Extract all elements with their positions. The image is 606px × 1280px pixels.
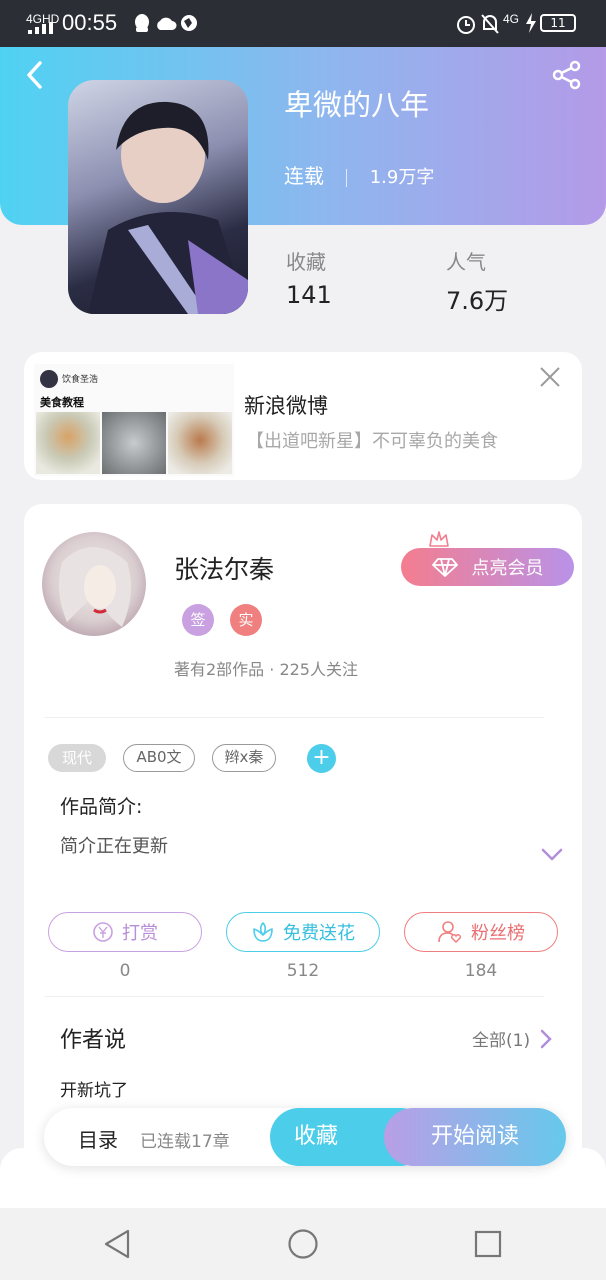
nav-back-icon[interactable]	[102, 1228, 132, 1260]
signal-icon	[28, 22, 53, 34]
bottom-action-bar: 目录 已连载17章 收藏 开始阅读	[44, 1108, 566, 1166]
author-name[interactable]: 张法尔秦	[174, 550, 274, 586]
badge-verified: 实	[230, 604, 262, 636]
collect-value: 141	[286, 281, 332, 309]
author-avatar[interactable]	[42, 532, 146, 636]
battery-level: 11	[550, 16, 566, 30]
ad-text: 【出道吧新星】不可辜负的美食	[246, 431, 498, 452]
author-card: 张法尔秦 签 实 著有2部作品 · 225人关注 点亮会员 现代 AB0文 辫x…	[24, 504, 582, 1204]
ad-card[interactable]: 饮食圣浩 美食教程 新浪微博 【出道吧新星】不可辜负的美食	[24, 352, 582, 480]
tag-pairing[interactable]: 辫x秦	[212, 744, 276, 772]
clock: 00:55	[62, 10, 118, 35]
chevron-right-icon	[540, 1029, 552, 1048]
ad-thumbnail: 饮食圣浩 美食教程	[34, 364, 234, 476]
browser-icon	[181, 15, 197, 31]
book-title: 卑微的八年	[284, 88, 430, 122]
word-count: 1.9万字	[369, 167, 435, 188]
battery-indicator: 11	[540, 14, 576, 32]
food-photo-2	[102, 412, 166, 474]
vip-button-label: 点亮会员	[471, 558, 544, 579]
charging-icon	[526, 13, 536, 33]
chapter-count: 已连载17章	[140, 1132, 230, 1152]
fans-rank-button[interactable]: 粉丝榜	[404, 912, 558, 952]
collect-button-label: 收藏	[294, 1124, 339, 1149]
author-says-all-link[interactable]: 全部(1)	[472, 1026, 552, 1051]
coin-icon	[93, 922, 113, 942]
book-cover[interactable]	[68, 80, 248, 314]
flower-icon	[253, 922, 273, 942]
fan-user-icon	[438, 921, 461, 944]
vip-button[interactable]: 点亮会员	[401, 548, 574, 586]
nav-home-icon[interactable]	[287, 1228, 319, 1260]
popularity-label: 人气	[446, 250, 486, 274]
diamond-icon	[431, 558, 458, 577]
flower-label: 免费送花	[283, 923, 355, 944]
collect-label: 收藏	[286, 250, 326, 274]
back-icon[interactable]	[24, 60, 46, 90]
send-flower-button[interactable]: 免费送花	[226, 912, 380, 952]
author-says-content: 开新坑了	[60, 1081, 128, 1101]
food-photo-3	[168, 412, 232, 474]
catalog-button[interactable]: 目录	[78, 1124, 118, 1153]
expand-chevron-icon[interactable]	[541, 848, 563, 862]
reward-count: 0	[119, 961, 131, 981]
system-nav-bar	[0, 1208, 606, 1280]
nav-recents-icon[interactable]	[474, 1230, 502, 1258]
intro-heading: 作品简介:	[60, 796, 143, 818]
reward-button[interactable]: 打赏	[48, 912, 202, 952]
fans-label: 粉丝榜	[471, 923, 525, 944]
ad-thumb-avatar	[40, 370, 58, 388]
ad-source: 新浪微博	[244, 394, 328, 418]
share-icon[interactable]	[552, 60, 582, 90]
divider	[44, 717, 544, 718]
divider	[44, 996, 544, 997]
ad-thumb-title: 美食教程	[40, 396, 84, 409]
all-label: 全部(1)	[472, 1031, 531, 1051]
tag-abo[interactable]: AB0文	[123, 744, 195, 772]
start-reading-label: 开始阅读	[430, 1124, 519, 1149]
mute-icon	[481, 14, 499, 34]
author-summary: 著有2部作品 · 225人关注	[174, 660, 358, 679]
popularity-value: 7.6万	[446, 287, 509, 315]
network-4g: 4G	[503, 12, 520, 26]
close-icon[interactable]	[538, 365, 562, 389]
meta-divider	[346, 168, 348, 187]
crown-icon	[429, 531, 449, 547]
ad-thumb-author: 饮食圣浩	[62, 375, 99, 385]
intro-text: 简介正在更新	[60, 836, 168, 857]
cloud-icon	[157, 17, 177, 30]
book-status: 连载	[284, 164, 324, 188]
avatar-illustration	[58, 547, 132, 627]
food-photo-1	[36, 412, 100, 474]
author-says-heading: 作者说	[60, 1028, 127, 1053]
add-tag-button[interactable]: +	[307, 744, 336, 773]
status-bar: 4GHD 00:55 4G 11	[0, 0, 606, 47]
qq-icon	[135, 14, 149, 32]
fans-count: 184	[464, 961, 498, 981]
tag-genre[interactable]: 现代	[48, 744, 106, 772]
alarm-icon	[457, 16, 475, 34]
cover-illustration	[88, 101, 248, 314]
reward-label: 打赏	[122, 923, 158, 944]
start-reading-button[interactable]: 开始阅读	[384, 1108, 566, 1166]
flower-count: 512	[286, 961, 320, 981]
book-meta: 连载 1.9万字	[284, 160, 434, 189]
badge-signed: 签	[182, 604, 214, 636]
